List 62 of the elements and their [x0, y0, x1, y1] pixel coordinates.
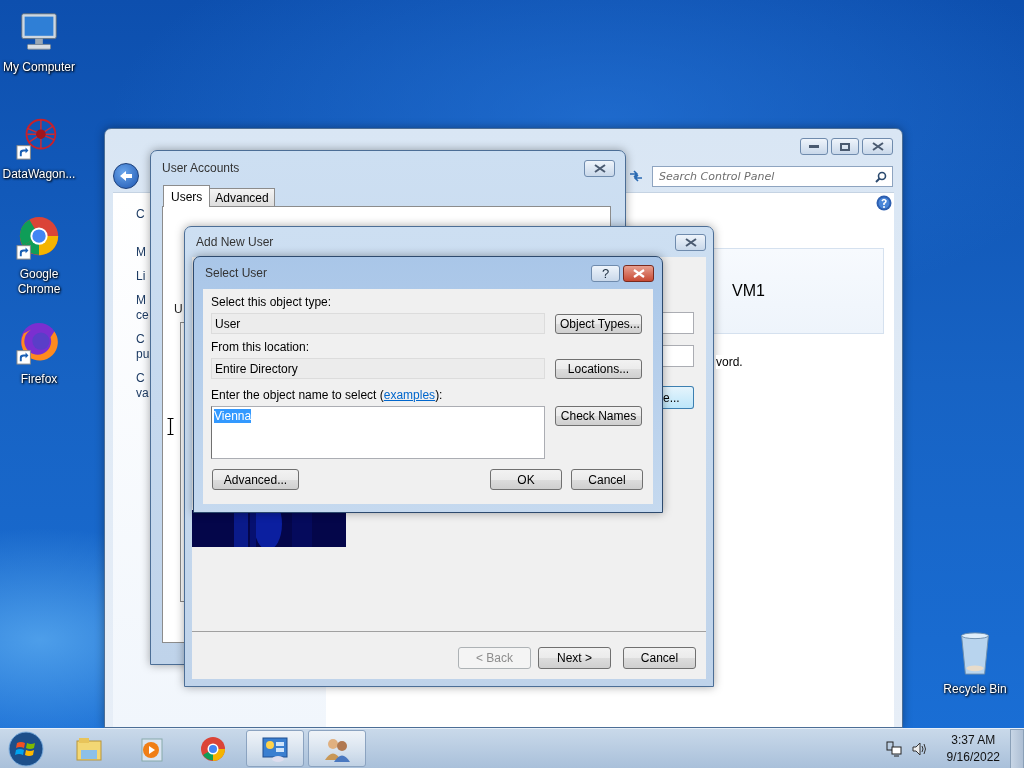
wizard-button[interactable]: Next > — [538, 647, 611, 669]
tab[interactable]: Users — [163, 185, 211, 207]
clock-time[interactable]: 3:37 AM — [951, 731, 996, 749]
task-link[interactable]: C pu — [136, 332, 150, 362]
search-field[interactable]: Search Control Panel — [652, 165, 893, 187]
field-label: Select this object type: — [211, 295, 333, 310]
object-name-text: Vienna — [214, 409, 252, 423]
close-button[interactable] — [623, 264, 654, 282]
advanced-button[interactable]: Advanced... — [212, 469, 299, 490]
partial-text: vord. — [716, 355, 743, 369]
input-field[interactable] — [662, 312, 694, 334]
close-button[interactable] — [675, 233, 706, 251]
task-link[interactable]: M ce — [136, 293, 149, 323]
maximize-button[interactable] — [831, 138, 859, 155]
volume-icon[interactable] — [911, 740, 928, 757]
minimize-button[interactable] — [800, 138, 828, 155]
search-icon[interactable] — [875, 170, 887, 183]
object-types-button[interactable]: Object Types... — [555, 313, 642, 334]
close-icon — [632, 268, 645, 278]
clock-date[interactable]: 9/16/2022 — [946, 748, 1000, 766]
cancel-button[interactable]: Cancel — [571, 469, 643, 490]
examples-link[interactable]: examples — [383, 388, 436, 402]
icon-label: Google Chrome — [16, 267, 62, 297]
close-icon — [871, 142, 884, 151]
icon-label: Firefox — [19, 372, 59, 387]
refresh-icon[interactable] — [628, 169, 644, 183]
partial-button[interactable]: e... — [662, 386, 694, 409]
users-icon[interactable] — [308, 730, 366, 767]
window-title: User Accounts — [162, 161, 241, 175]
task-link[interactable]: C va — [136, 371, 149, 401]
network-icon[interactable] — [885, 740, 902, 757]
close-button[interactable] — [584, 159, 615, 177]
text-cursor-icon — [167, 418, 174, 435]
icon-label: DataWagon... — [1, 167, 77, 182]
task-link[interactable]: C — [136, 207, 145, 222]
window-title: Select User — [205, 266, 269, 280]
task-link[interactable]: Li — [136, 269, 146, 284]
close-icon — [593, 163, 606, 173]
back-button[interactable] — [113, 163, 139, 189]
icon-label: My Computer — [2, 60, 76, 75]
minimize-icon — [809, 144, 819, 149]
check-names-button[interactable]: Check Names — [555, 406, 642, 426]
help-button[interactable]: ? — [591, 264, 620, 282]
maximize-icon — [840, 142, 850, 151]
input-field[interactable] — [662, 345, 694, 367]
location-field: Entire Directory — [211, 358, 545, 379]
field-label: From this location: — [211, 340, 311, 355]
icon-label: Recycle Bin — [942, 682, 1008, 697]
window-title: Add New User — [196, 235, 275, 249]
object-type-field: User — [211, 313, 545, 334]
close-button[interactable] — [862, 138, 893, 155]
account-name: VM1 — [732, 282, 765, 300]
help-icon[interactable] — [876, 195, 892, 211]
wizard-button[interactable]: Cancel — [623, 647, 696, 669]
task-link[interactable]: M — [136, 245, 146, 260]
field-label: Enter the object name to select (examples): — [211, 388, 444, 403]
control-panel-icon[interactable] — [246, 730, 304, 767]
close-icon — [684, 237, 697, 247]
locations-button[interactable]: Locations... — [555, 358, 642, 379]
label: U — [174, 302, 183, 316]
arrow-left-icon — [119, 170, 133, 182]
ok-button[interactable]: OK — [490, 469, 562, 490]
